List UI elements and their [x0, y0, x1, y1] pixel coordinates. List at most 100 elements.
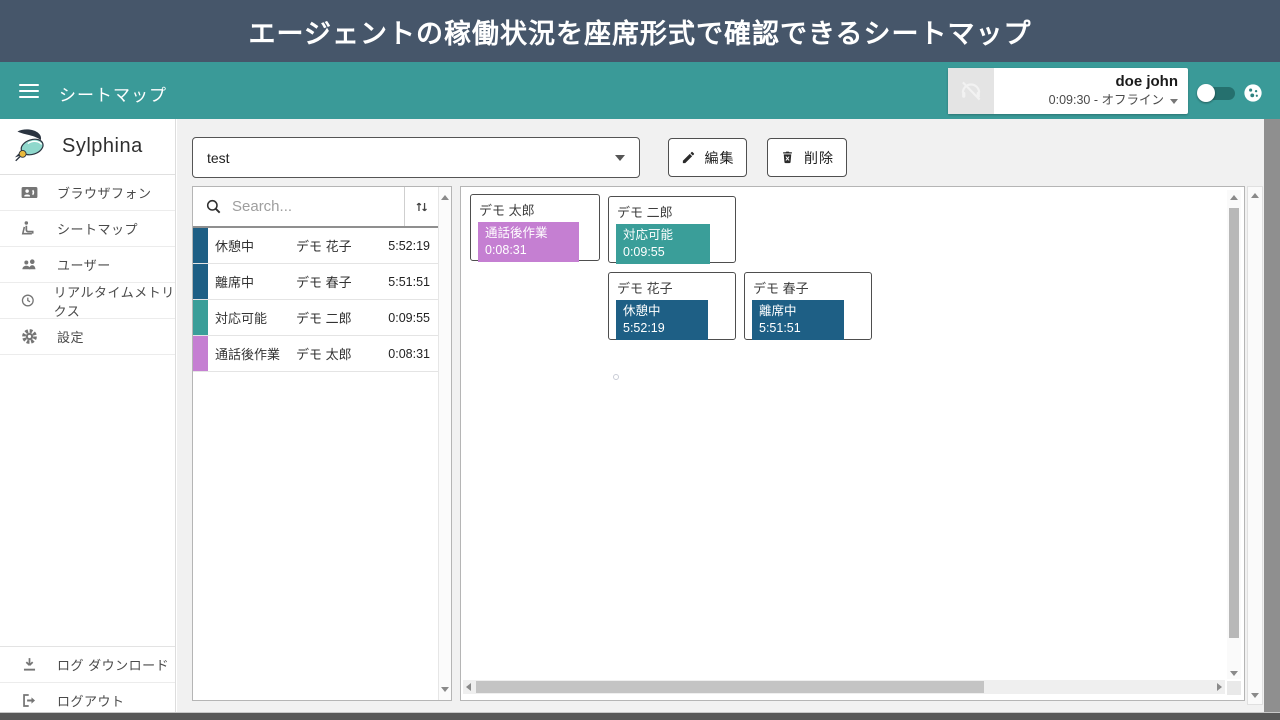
agent-name: デモ 太郎 — [296, 344, 388, 363]
clock-icon — [20, 291, 36, 310]
seat-status-time: 5:51:51 — [759, 320, 837, 337]
scroll-down-arrow[interactable] — [1251, 693, 1259, 698]
seat-agent-name: デモ 春子 — [753, 278, 863, 297]
agent-time: 0:08:31 — [388, 347, 438, 361]
sort-button[interactable] — [404, 187, 438, 226]
seatmap-vertical-scrollbar[interactable] — [1227, 190, 1241, 679]
agent-search-row — [193, 187, 438, 228]
menu-icon[interactable] — [19, 84, 39, 98]
sort-arrows-icon — [414, 199, 430, 215]
seat-status-block: 離席中 5:51:51 — [752, 300, 844, 340]
cookie-icon[interactable] — [1243, 83, 1263, 103]
sidebar-item-browser-phone[interactable]: ブラウザフォン — [0, 175, 175, 211]
logout-icon — [20, 691, 39, 710]
sidebar: Sylphina ブラウザフォン シートマップ ユーザー — [0, 119, 176, 712]
chevron-down-icon — [615, 155, 625, 161]
contact-phone-icon — [20, 183, 39, 202]
scroll-thumb[interactable] — [476, 681, 984, 693]
empty-seat-dot — [613, 374, 619, 380]
seat-status-block: 休憩中 5:52:19 — [616, 300, 708, 340]
sidebar-item-settings[interactable]: 設定 — [0, 319, 175, 355]
brand-name: Sylphina — [62, 135, 143, 158]
agent-status: 休憩中 — [215, 236, 296, 255]
agent-status: 対応可能 — [215, 308, 296, 327]
seat-status-time: 0:08:31 — [485, 242, 572, 259]
seat-status-block: 通話後作業 0:08:31 — [478, 222, 579, 262]
scroll-left-arrow[interactable] — [466, 683, 471, 691]
sidebar-footer: ログ ダウンロード ログアウト — [0, 646, 175, 719]
scroll-down-arrow[interactable] — [441, 687, 449, 692]
page-banner: エージェントの稼働状況を座席形式で確認できるシートマップ — [0, 0, 1280, 62]
search-input[interactable] — [232, 198, 372, 215]
agent-list-scrollbar[interactable] — [438, 187, 451, 700]
agent-time: 5:51:51 — [388, 275, 438, 289]
agent-time: 5:52:19 — [388, 239, 438, 253]
status-color-strip — [193, 300, 208, 335]
sylphina-bird-icon — [12, 128, 54, 166]
scrollbar-corner — [1227, 681, 1241, 695]
agent-status: 離席中 — [215, 272, 296, 291]
scroll-up-arrow[interactable] — [1230, 195, 1238, 200]
users-icon — [20, 255, 39, 274]
sidebar-item-users[interactable]: ユーザー — [0, 247, 175, 283]
agent-name: デモ 花子 — [296, 236, 388, 255]
seat-icon — [20, 219, 39, 238]
scroll-up-arrow[interactable] — [441, 195, 449, 200]
edit-button[interactable]: 編集 — [668, 138, 747, 177]
seat-status-label: 休憩中 — [623, 303, 701, 320]
trash-icon — [780, 150, 795, 165]
seat-status-label: 対応可能 — [623, 227, 703, 244]
agent-row[interactable]: 通話後作業 デモ 太郎 0:08:31 — [193, 336, 438, 372]
download-icon — [20, 655, 39, 674]
seat-status-label: 通話後作業 — [485, 225, 572, 242]
seat-card[interactable]: デモ 太郎 通話後作業 0:08:31 — [470, 194, 600, 261]
banner-title: エージェントの稼働状況を座席形式で確認できるシートマップ — [249, 12, 1032, 51]
agent-row[interactable]: 離席中 デモ 春子 5:51:51 — [193, 264, 438, 300]
gear-icon — [20, 327, 39, 346]
seatmap-select-value: test — [207, 150, 615, 166]
seat-status-block: 対応可能 0:09:55 — [616, 224, 710, 264]
agent-row[interactable]: 対応可能 デモ 二郎 0:09:55 — [193, 300, 438, 336]
agent-list-panel: 休憩中 デモ 花子 5:52:19 離席中 デモ 春子 5:51:51 対応可能… — [192, 186, 452, 701]
seatmap-horizontal-scrollbar[interactable] — [463, 680, 1225, 694]
chevron-down-icon — [1170, 99, 1178, 104]
user-status-card[interactable]: doe john 0:09:30 - オフライン — [948, 68, 1188, 114]
sidebar-item-realtime-metrics[interactable]: リアルタイムメトリクス — [0, 283, 175, 319]
pencil-icon — [681, 150, 696, 165]
headset-off-icon — [948, 68, 994, 114]
sidebar-item-log-download[interactable]: ログ ダウンロード — [0, 647, 175, 683]
agent-status: 通話後作業 — [215, 344, 296, 363]
seat-card[interactable]: デモ 春子 離席中 5:51:51 — [744, 272, 872, 340]
scroll-down-arrow[interactable] — [1230, 671, 1238, 676]
seat-agent-name: デモ 花子 — [617, 278, 727, 297]
right-edge-band — [1264, 119, 1280, 720]
sidebar-item-seat-map[interactable]: シートマップ — [0, 211, 175, 247]
page-title: シートマップ — [59, 81, 167, 106]
user-status-dropdown[interactable]: 0:09:30 - オフライン — [994, 92, 1178, 109]
seat-agent-name: デモ 太郎 — [479, 200, 591, 219]
agent-name: デモ 二郎 — [296, 308, 388, 327]
seat-map-panel — [460, 186, 1245, 701]
scroll-right-arrow[interactable] — [1217, 683, 1222, 691]
seat-status-label: 離席中 — [759, 303, 837, 320]
seat-status-time: 0:09:55 — [623, 244, 703, 261]
seat-card[interactable]: デモ 花子 休憩中 5:52:19 — [608, 272, 736, 340]
agent-name: デモ 春子 — [296, 272, 388, 291]
scroll-up-arrow[interactable] — [1251, 193, 1259, 198]
seatmap-select[interactable]: test — [192, 137, 640, 178]
delete-button[interactable]: 削除 — [767, 138, 847, 177]
status-color-strip — [193, 264, 208, 299]
page-scrollbar[interactable] — [1247, 186, 1263, 705]
brand-logo: Sylphina — [0, 119, 175, 175]
scroll-thumb[interactable] — [1229, 208, 1239, 638]
status-color-strip — [193, 336, 208, 371]
bottom-edge-band — [0, 712, 1280, 720]
availability-toggle[interactable] — [1197, 83, 1237, 103]
search-icon — [205, 198, 222, 215]
seat-status-time: 5:52:19 — [623, 320, 701, 337]
agent-row[interactable]: 休憩中 デモ 花子 5:52:19 — [193, 228, 438, 264]
seat-agent-name: デモ 二郎 — [617, 202, 727, 221]
user-name: doe john — [994, 72, 1178, 92]
seat-card[interactable]: デモ 二郎 対応可能 0:09:55 — [608, 196, 736, 263]
status-color-strip — [193, 228, 208, 263]
